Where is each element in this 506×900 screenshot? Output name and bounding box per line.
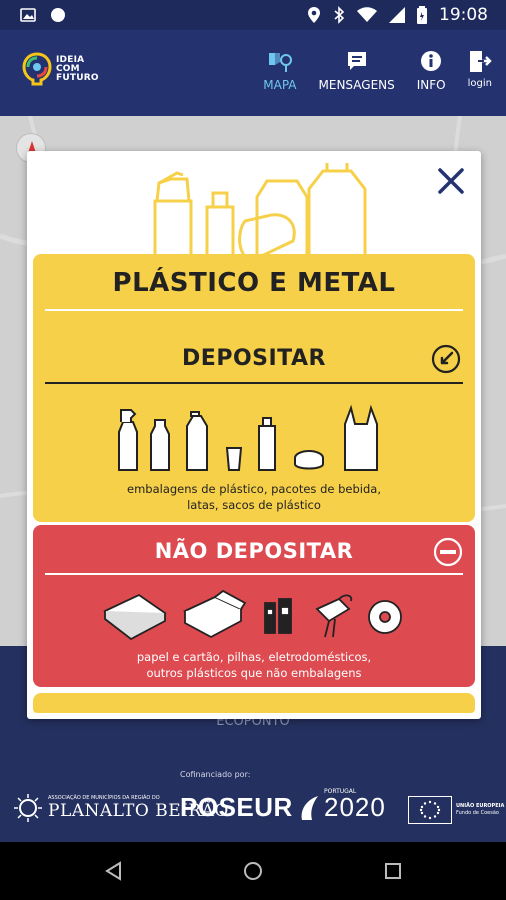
minus-circle-icon[interactable] xyxy=(433,537,463,567)
info-icon xyxy=(421,51,442,71)
plastico-metal-panel: PLÁSTICO E METAL DEPOSITAR embalagens de… xyxy=(33,254,475,522)
depositar-caption: embalagens de plástico, pacotes de bebid… xyxy=(127,482,381,512)
bluetooth-icon xyxy=(334,6,345,24)
nav-login-label: login xyxy=(467,78,492,89)
login-icon xyxy=(469,51,492,72)
nav-info-label: INFO xyxy=(416,78,446,92)
app-header: IDEIA COM FUTURO MAPA MENSAGENS INFO log… xyxy=(0,30,506,116)
modal-title: PLÁSTICO E METAL xyxy=(112,268,396,298)
app-logo[interactable]: IDEIA COM FUTURO xyxy=(22,52,99,86)
brand-logo-icon xyxy=(22,52,52,86)
nav-mapa-label: MAPA xyxy=(263,78,297,92)
tin-icon xyxy=(294,450,324,470)
spray-bottle-icon xyxy=(118,409,138,471)
status-bar: 19:08 xyxy=(0,0,506,30)
battery-icon xyxy=(417,6,427,24)
close-icon[interactable] xyxy=(435,165,467,197)
paper-stack-icon xyxy=(103,593,167,641)
tape-roll-icon xyxy=(368,600,402,634)
next-panel-peek xyxy=(33,693,475,713)
drink-carton-icon xyxy=(186,411,208,471)
system-nav-bar xyxy=(0,842,506,900)
portugal-2020-logo: PORTUGAL 2020 xyxy=(298,788,386,823)
depositar-heading: DEPOSITAR xyxy=(182,346,326,371)
chat-icon xyxy=(347,52,366,70)
recycling-info-modal: PLÁSTICO E METAL DEPOSITAR embalagens de… xyxy=(27,151,481,719)
back-icon[interactable] xyxy=(104,861,124,881)
eu-flag-icon xyxy=(408,796,452,824)
map-marker-icon xyxy=(268,53,292,72)
eu-logo: UNIÃO EUROPEIA Fundo de Coesão xyxy=(408,796,504,824)
battery-cells-icon xyxy=(264,598,292,634)
portugal-swirl-icon xyxy=(301,795,318,820)
brand-name: IDEIA COM FUTURO xyxy=(56,54,99,83)
nao-depositar-panel: NÃO DEPOSITAR papel e cartão, pilhas, el… xyxy=(33,525,475,687)
forbidden-items-icons xyxy=(103,589,402,641)
signal-icon xyxy=(389,7,405,23)
main-nav: MAPA MENSAGENS INFO login xyxy=(263,50,492,92)
nao-depositar-caption: papel e cartão, pilhas, eletrodomésticos… xyxy=(136,650,372,680)
cup-icon xyxy=(225,447,243,471)
nav-mapa[interactable]: MAPA xyxy=(263,50,297,92)
packaging-illustration xyxy=(153,163,367,261)
divider xyxy=(45,382,463,384)
image-notification-icon xyxy=(20,8,36,22)
nav-info[interactable]: INFO xyxy=(417,50,446,92)
nav-login[interactable]: login xyxy=(468,50,492,92)
mixer-appliance-icon xyxy=(315,594,353,638)
divider xyxy=(45,573,463,575)
wifi-icon xyxy=(357,7,377,22)
nav-mensagens[interactable]: MENSAGENS xyxy=(319,50,395,92)
can-icon xyxy=(258,417,276,471)
nao-depositar-heading: NÃO DEPOSITAR xyxy=(154,539,354,563)
cardboard-box-icon xyxy=(182,589,247,639)
sponsors-footer: Cofinanciado por: ASSOCIAÇÃO DE MUNICÍPI… xyxy=(0,756,506,842)
checkmark-circle-icon[interactable] xyxy=(431,344,461,374)
location-icon xyxy=(308,7,320,23)
sun-logo-icon xyxy=(14,794,42,822)
plastic-bag-icon xyxy=(344,404,378,471)
circle-notification-icon xyxy=(51,8,65,22)
cofinanciado-label: Cofinanciado por: xyxy=(180,770,251,779)
water-bottle-icon xyxy=(150,419,170,471)
recents-icon[interactable] xyxy=(383,861,403,881)
home-icon[interactable] xyxy=(243,861,263,881)
nav-mensagens-label: MENSAGENS xyxy=(318,78,395,92)
poseur-logo: POSEUR xyxy=(180,792,293,822)
divider xyxy=(45,309,463,311)
status-time: 19:08 xyxy=(439,5,488,25)
allowed-items-icons xyxy=(118,404,378,471)
